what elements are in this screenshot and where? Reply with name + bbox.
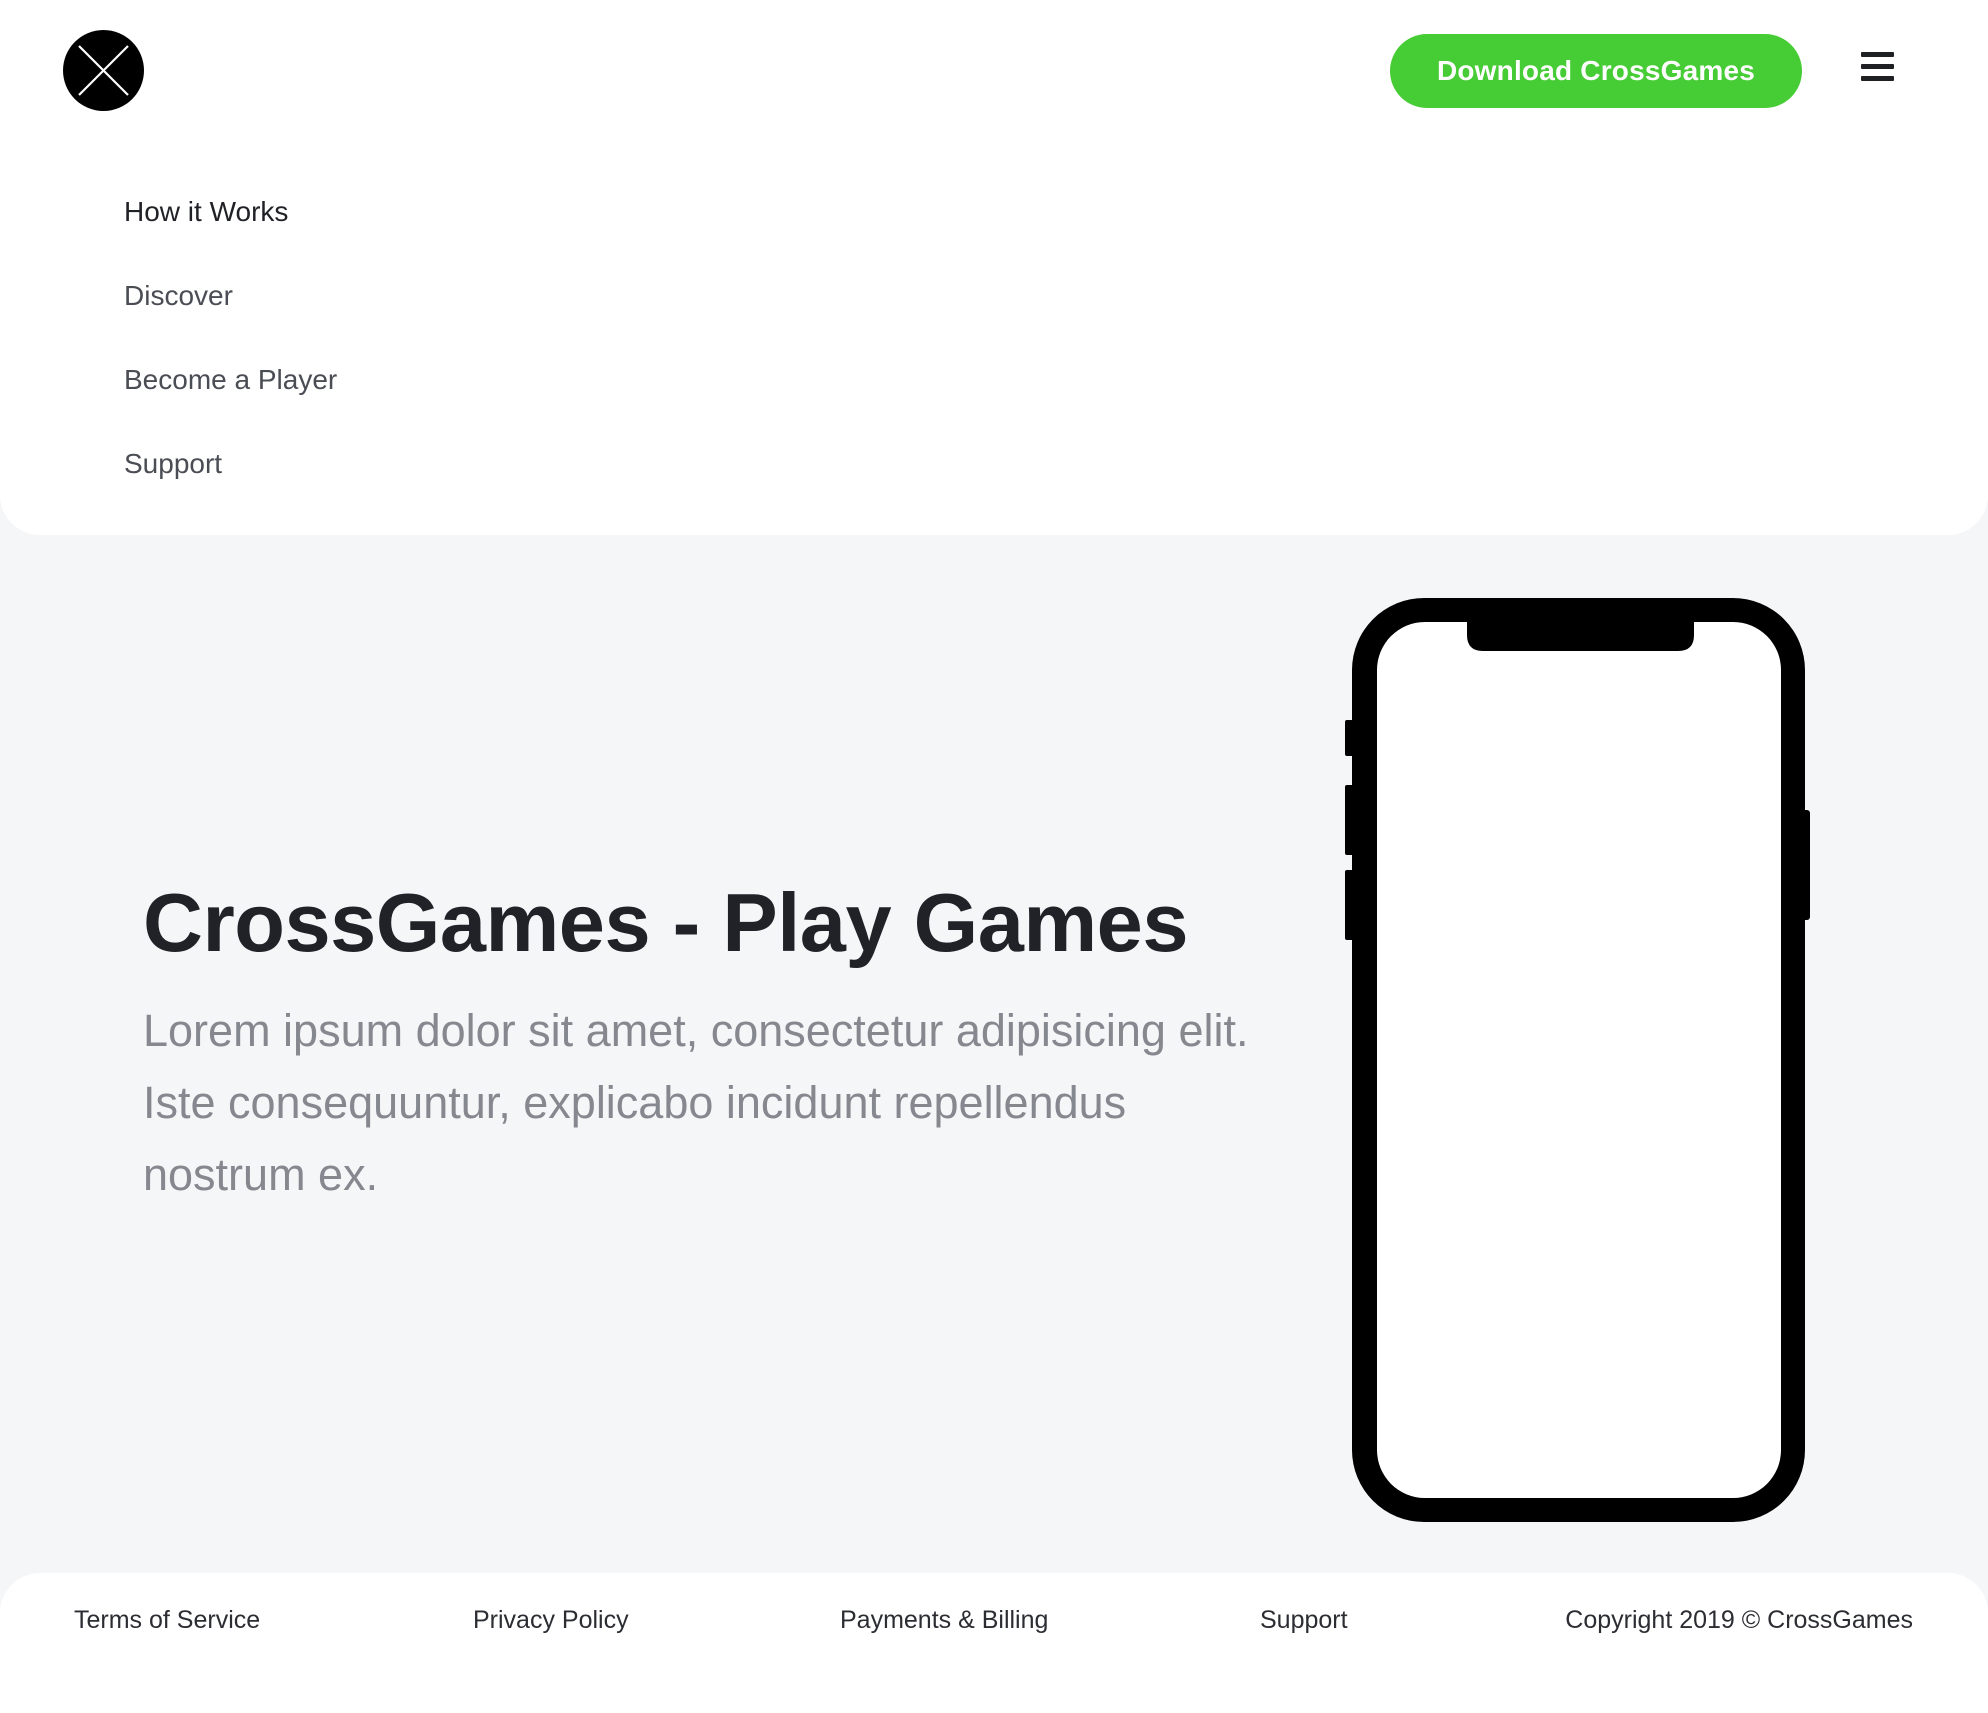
footer-link-support[interactable]: Support bbox=[1260, 1600, 1348, 1640]
nav-item-support[interactable]: Support bbox=[124, 438, 337, 522]
footer-link-terms[interactable]: Terms of Service bbox=[74, 1600, 260, 1640]
footer-copyright: Copyright 2019 © CrossGames bbox=[1565, 1606, 1913, 1634]
crossed-circle-logo-icon[interactable] bbox=[63, 30, 144, 111]
phone-mockup-icon bbox=[1345, 595, 1810, 1525]
nav-item-discover[interactable]: Discover bbox=[124, 270, 337, 354]
footer-link-privacy[interactable]: Privacy Policy bbox=[473, 1600, 629, 1640]
header: Download CrossGames How it Works Discove… bbox=[0, 0, 1988, 535]
footer-link-payments-billing[interactable]: Payments & Billing bbox=[840, 1600, 1048, 1640]
menu-bar bbox=[1861, 64, 1894, 69]
menu-bar bbox=[1861, 76, 1894, 81]
nav-item-how-it-works[interactable]: How it Works bbox=[124, 186, 337, 270]
nav-item-become-a-player[interactable]: Become a Player bbox=[124, 354, 337, 438]
hero-description: Lorem ipsum dolor sit amet, consectetur … bbox=[143, 1005, 1249, 1200]
hamburger-menu-icon[interactable] bbox=[1858, 48, 1898, 88]
footer bbox=[0, 1573, 1988, 1713]
menu-bar bbox=[1861, 52, 1894, 57]
download-crossgames-button[interactable]: Download CrossGames bbox=[1390, 34, 1802, 108]
nav-menu: How it Works Discover Become a Player Su… bbox=[124, 186, 337, 522]
hero-title: CrossGames - Play Games bbox=[143, 876, 1189, 969]
